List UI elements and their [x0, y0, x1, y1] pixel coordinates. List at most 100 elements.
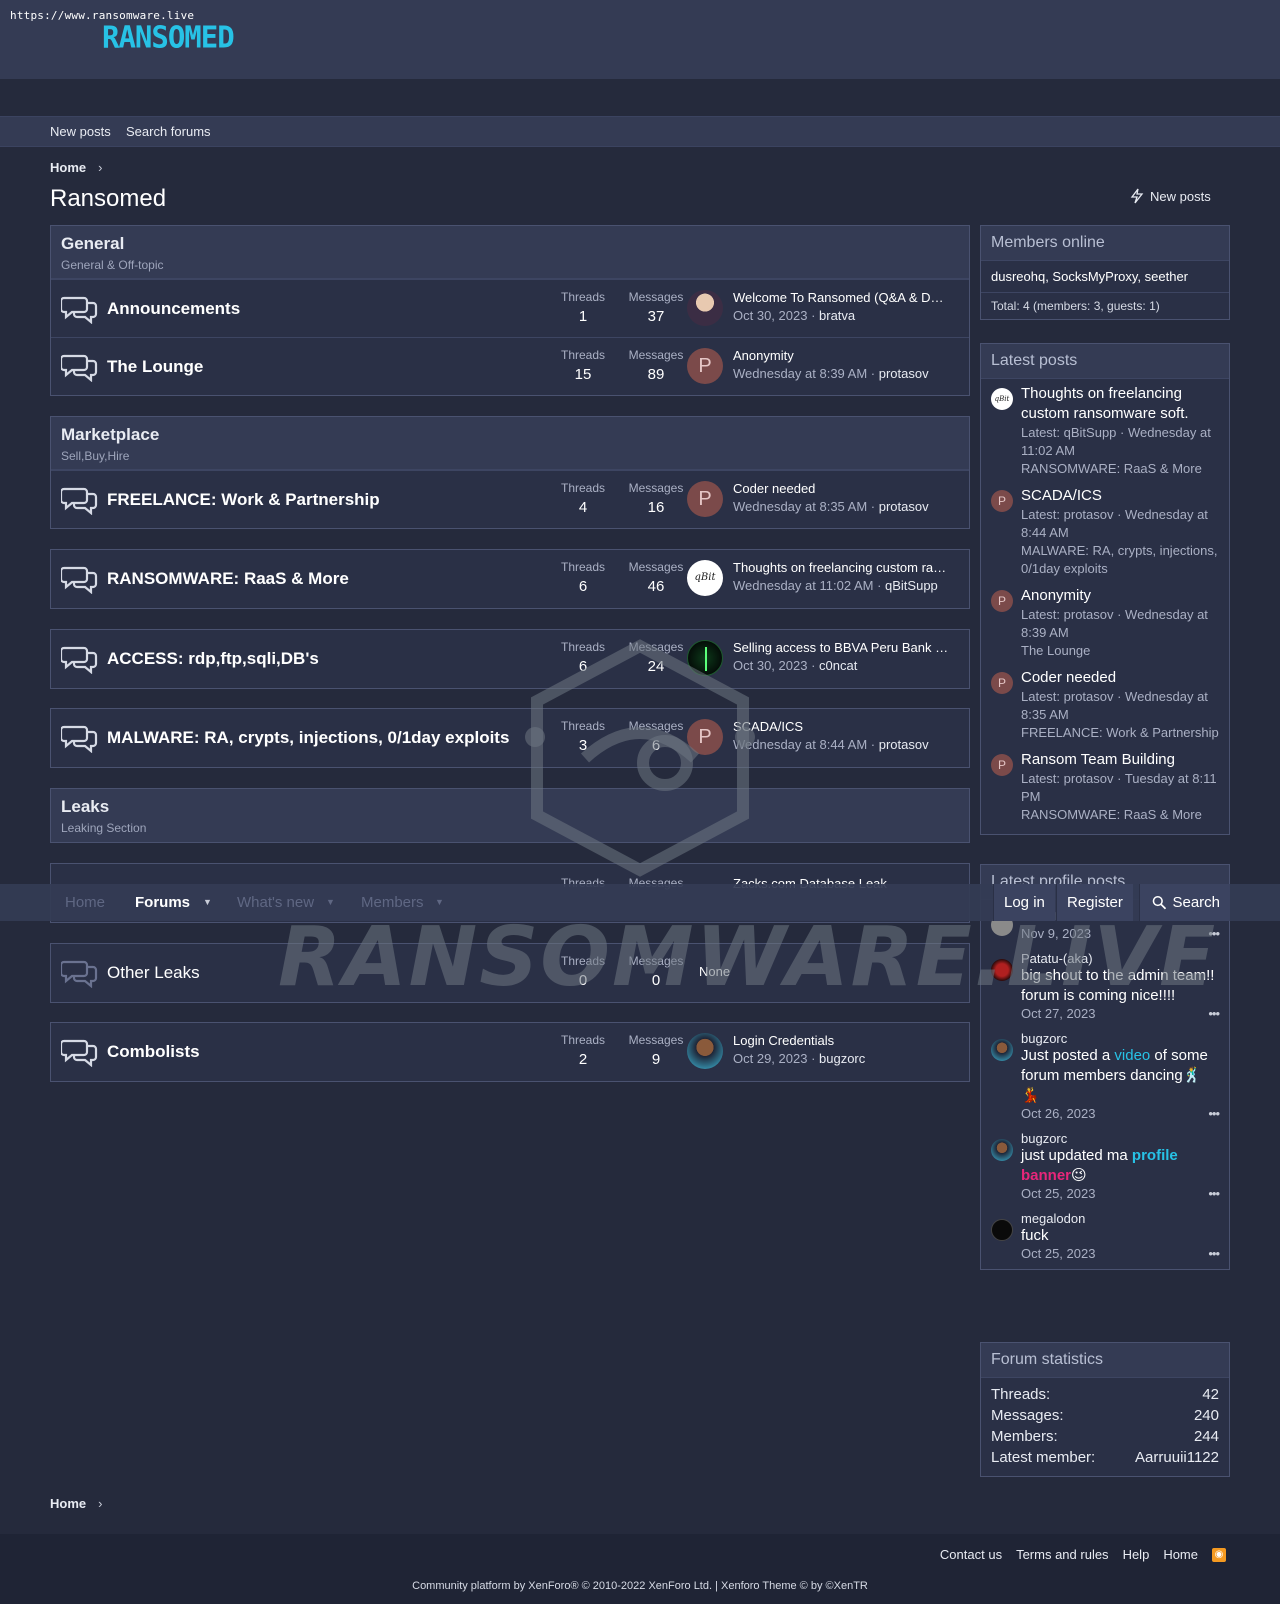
tab-home[interactable]: Home: [65, 894, 105, 911]
more-options-icon[interactable]: •••: [1208, 1246, 1220, 1261]
profile-post-date[interactable]: Oct 27, 2023: [1021, 1006, 1219, 1021]
avatar[interactable]: [687, 1033, 723, 1069]
last-post-title[interactable]: Selling access to BBVA Peru Bank databas…: [733, 640, 949, 655]
last-post-user[interactable]: protasov: [879, 737, 929, 752]
last-post-title[interactable]: Coder needed: [733, 481, 949, 496]
forum-title[interactable]: Other Leaks: [107, 963, 200, 983]
more-options-icon[interactable]: •••: [1208, 1106, 1220, 1121]
last-post-date[interactable]: Wednesday at 11:02 AM: [733, 578, 873, 593]
threads-stat: Threads 15: [548, 348, 618, 383]
last-post-title[interactable]: Anonymity: [733, 348, 949, 363]
last-post-title[interactable]: SCADA/ICS: [733, 719, 949, 734]
last-post-user[interactable]: protasov: [879, 499, 929, 514]
terms-link[interactable]: Terms and rules: [1016, 1547, 1108, 1562]
profile-post-date[interactable]: Oct 25, 2023: [1021, 1186, 1219, 1201]
last-post-date[interactable]: Wednesday at 8:35 AM: [733, 499, 867, 514]
last-post-title[interactable]: Welcome To Ransomed (Q&A & Details): [733, 290, 949, 305]
help-link[interactable]: Help: [1123, 1547, 1150, 1562]
forum-title[interactable]: MALWARE: RA, crypts, injections, 0/1day …: [107, 728, 509, 748]
profile-post-text-a: Just posted a: [1021, 1047, 1115, 1064]
stats-label: Messages:: [991, 1407, 1064, 1424]
chevron-down-icon[interactable]: ▼: [203, 897, 212, 907]
widget-title[interactable]: Latest posts: [981, 344, 1229, 379]
profile-post-user[interactable]: bugzorc: [1021, 1131, 1219, 1146]
banner-link[interactable]: banner: [1021, 1167, 1071, 1184]
tab-members[interactable]: Members: [361, 894, 424, 911]
profile-post-date[interactable]: Oct 25, 2023: [1021, 1246, 1219, 1261]
rss-icon[interactable]: ◉: [1212, 1547, 1226, 1562]
avatar[interactable]: [687, 290, 723, 326]
new-posts-button[interactable]: New posts: [1130, 188, 1211, 204]
widget-title[interactable]: Members online: [981, 226, 1229, 261]
last-post-date[interactable]: Oct 30, 2023: [733, 308, 807, 323]
avatar[interactable]: qBit: [991, 388, 1013, 410]
profile-post-user[interactable]: bugzorc: [1021, 1031, 1219, 1046]
avatar[interactable]: P: [687, 348, 723, 384]
last-post-date[interactable]: Wednesday at 8:39 AM: [733, 366, 867, 381]
last-post-user[interactable]: protasov: [879, 366, 929, 381]
forum-title[interactable]: RANSOMWARE: RaaS & More: [107, 569, 349, 589]
chevron-down-icon[interactable]: ▼: [326, 897, 335, 907]
last-post-user[interactable]: c0ncat: [819, 658, 857, 673]
video-link[interactable]: video: [1114, 1047, 1150, 1064]
members-online-list[interactable]: dusreohq, SocksMyProxy, seether: [981, 261, 1229, 292]
profile-post-user[interactable]: megalodon: [1021, 1211, 1219, 1226]
avatar[interactable]: P: [991, 490, 1013, 512]
latest-posts-widget: Latest posts qBit Thoughts on freelancin…: [980, 343, 1230, 835]
profile-link[interactable]: profile: [1132, 1147, 1178, 1164]
category-title[interactable]: Leaks: [61, 797, 959, 817]
home-link[interactable]: Home: [1163, 1547, 1198, 1562]
latest-post-title[interactable]: SCADA/ICS: [1021, 486, 1219, 506]
search-forums-link[interactable]: Search forums: [126, 124, 211, 139]
forum-title[interactable]: The Lounge: [107, 357, 203, 377]
last-post-user[interactable]: bugzorc: [819, 1051, 865, 1066]
stats-row: Threads: 42: [991, 1384, 1219, 1405]
avatar[interactable]: [991, 1219, 1013, 1241]
breadcrumb-home[interactable]: Home: [50, 1496, 86, 1511]
site-logo[interactable]: RANSOMED: [102, 19, 235, 55]
avatar[interactable]: P: [687, 481, 723, 517]
comments-icon: [61, 725, 98, 753]
last-post-user[interactable]: bratva: [819, 308, 855, 323]
messages-label: Messages: [628, 1033, 684, 1047]
avatar[interactable]: P: [991, 754, 1013, 776]
forum-title[interactable]: Combolists: [107, 1042, 200, 1062]
latest-post-meta: Latest: qBitSupp · Wednesday at 11:02 AM: [1021, 425, 1211, 458]
category-title[interactable]: General: [61, 234, 959, 254]
latest-post-forum[interactable]: FREELANCE: Work & Partnership: [1021, 724, 1219, 742]
category-title[interactable]: Marketplace: [61, 425, 959, 445]
stats-row: Latest member: Aarruuii1122: [991, 1447, 1219, 1468]
latest-post-title[interactable]: Ransom Team Building: [1021, 750, 1219, 770]
avatar[interactable]: [991, 1039, 1013, 1061]
profile-post-date[interactable]: Oct 26, 2023: [1021, 1106, 1219, 1121]
stats-value[interactable]: Aarruuii1122: [1135, 1447, 1219, 1468]
latest-post-title[interactable]: Anonymity: [1021, 586, 1219, 606]
tab-whats-new[interactable]: What's new: [237, 894, 314, 911]
more-options-icon[interactable]: •••: [1208, 1006, 1220, 1021]
last-post-date[interactable]: Oct 29, 2023: [733, 1051, 807, 1066]
latest-post-forum[interactable]: RANSOMWARE: RaaS & More: [1021, 806, 1219, 824]
latest-post-forum[interactable]: MALWARE: RA, crypts, injections, 0/1day …: [1021, 542, 1219, 578]
tab-forums[interactable]: Forums: [135, 894, 190, 911]
latest-post-forum[interactable]: The Lounge: [1021, 642, 1219, 660]
latest-post-title[interactable]: Coder needed: [1021, 668, 1219, 688]
avatar[interactable]: P: [991, 672, 1013, 694]
chevron-down-icon[interactable]: ▼: [435, 897, 444, 907]
new-posts-link[interactable]: New posts: [50, 124, 111, 139]
last-post-title[interactable]: Thoughts on freelancing custom ransomwar…: [733, 560, 949, 575]
avatar[interactable]: qBit: [687, 560, 723, 596]
forum-title[interactable]: FREELANCE: Work & Partnership: [107, 490, 380, 510]
latest-post-title[interactable]: Thoughts on freelancing custom ransomwar…: [1021, 384, 1219, 424]
avatar[interactable]: [991, 1139, 1013, 1161]
more-options-icon[interactable]: •••: [1208, 1186, 1220, 1201]
breadcrumb-home[interactable]: Home: [50, 160, 86, 175]
copyright: Community platform by XenForo® © 2010-20…: [412, 1580, 868, 1592]
forum-title[interactable]: ACCESS: rdp,ftp,sqli,DB's: [107, 649, 319, 669]
last-post-user[interactable]: qBitSupp: [885, 578, 938, 593]
contact-us-link[interactable]: Contact us: [940, 1547, 1002, 1562]
forum-title[interactable]: Announcements: [107, 299, 240, 319]
avatar[interactable]: P: [991, 590, 1013, 612]
stats-label: Threads:: [991, 1386, 1051, 1403]
latest-post-forum[interactable]: RANSOMWARE: RaaS & More: [1021, 460, 1219, 478]
last-post-title[interactable]: Login Credentials: [733, 1033, 949, 1048]
